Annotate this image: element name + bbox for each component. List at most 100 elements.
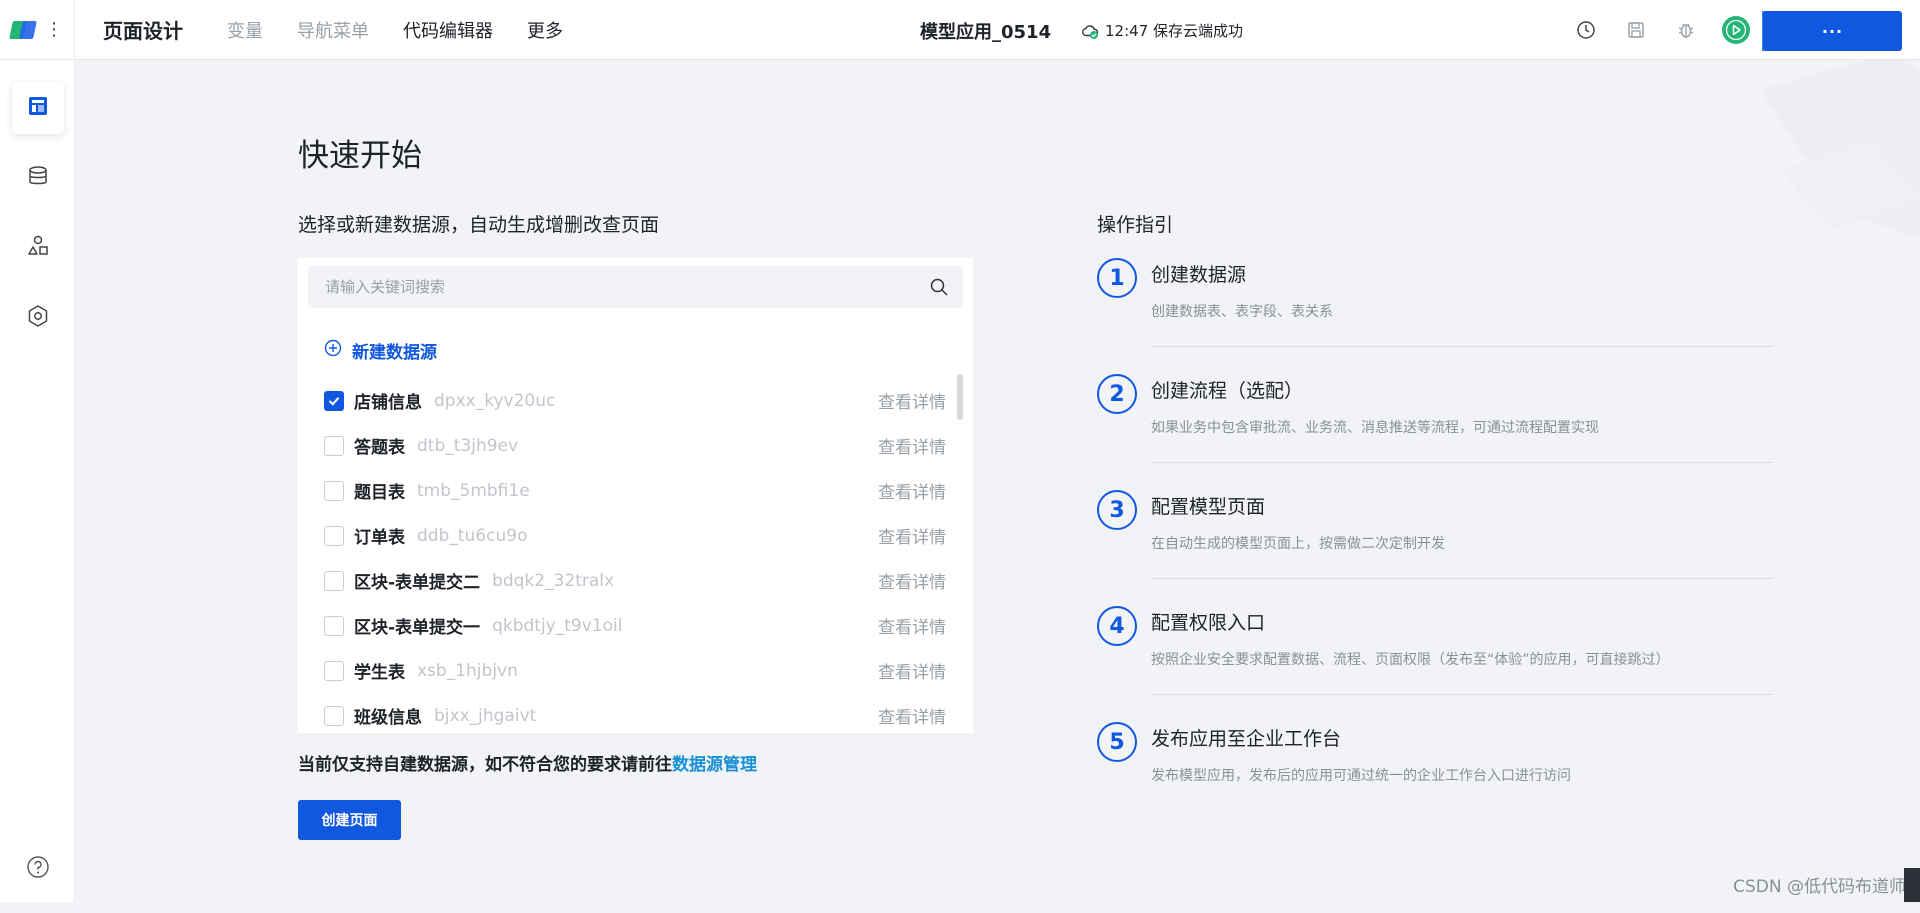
datasource-code: dpxx_kyv20uc bbox=[434, 390, 556, 411]
logo-area: ⋮ bbox=[0, 0, 75, 60]
datasource-code: ddb_tu6cu9o bbox=[417, 525, 528, 546]
checkbox[interactable] bbox=[324, 390, 344, 411]
list-item[interactable]: 区块-表单提交二 bdqk2_32tralx 查看详情 bbox=[298, 558, 958, 603]
search-box bbox=[308, 266, 963, 308]
menu-variables[interactable]: 变量 bbox=[227, 17, 263, 43]
view-details-link[interactable]: 查看详情 bbox=[878, 703, 946, 728]
datasource-code: bdqk2_32tralx bbox=[492, 570, 615, 591]
sidebar-item-settings[interactable] bbox=[12, 292, 64, 344]
divider bbox=[1151, 462, 1773, 463]
checkbox[interactable] bbox=[324, 660, 344, 681]
view-details-link[interactable]: 查看详情 bbox=[878, 433, 946, 458]
list-item[interactable]: 题目表 tmb_5mbfi1e 查看详情 bbox=[298, 468, 958, 513]
help-button[interactable] bbox=[26, 855, 50, 883]
view-details-link[interactable]: 查看详情 bbox=[878, 658, 946, 683]
watermark: CSDN @低代码布道师 bbox=[1733, 877, 1906, 897]
corner-decoration bbox=[1904, 868, 1920, 902]
checkbox[interactable] bbox=[324, 705, 344, 726]
guide-step: 3 配置模型页面 在自动生成的模型页面上，按需做二次定制开发 bbox=[1097, 490, 1773, 606]
step-description: 发布模型应用，发布后的应用可通过统一的企业工作台入口进行访问 bbox=[1151, 768, 1571, 784]
step-title: 创建流程（选配） bbox=[1151, 380, 1304, 402]
new-datasource-label: 新建数据源 bbox=[352, 343, 437, 363]
step-number: 3 bbox=[1097, 490, 1137, 530]
datasource-name: 订单表 bbox=[354, 528, 405, 548]
view-details-link[interactable]: 查看详情 bbox=[878, 478, 946, 503]
section-subtitle: 选择或新建数据源，自动生成增删改查页面 bbox=[298, 214, 660, 236]
left-sidebar bbox=[0, 60, 75, 902]
list-item[interactable]: 店铺信息 dpxx_kyv20uc 查看详情 bbox=[298, 378, 958, 423]
search-icon[interactable] bbox=[929, 277, 949, 301]
datasource-name: 区块-表单提交一 bbox=[354, 618, 481, 638]
menu-code-editor[interactable]: 代码编辑器 bbox=[403, 17, 493, 43]
cloud-saved-icon bbox=[1081, 22, 1099, 40]
guide-title: 操作指引 bbox=[1097, 214, 1174, 236]
list-item[interactable]: 区块-表单提交一 qkbdtjy_t9v1oil 查看详情 bbox=[298, 603, 958, 648]
toolbar-icons bbox=[1570, 14, 1752, 46]
list-item[interactable]: 订单表 ddb_tu6cu9o 查看详情 bbox=[298, 513, 958, 558]
datasource-management-link[interactable]: 数据源管理 bbox=[672, 755, 757, 775]
view-details-link[interactable]: 查看详情 bbox=[878, 523, 946, 548]
datasource-name: 区块-表单提交二 bbox=[354, 573, 481, 593]
step-number: 1 bbox=[1097, 258, 1137, 298]
datasource-code: qkbdtjy_t9v1oil bbox=[492, 615, 623, 636]
guide-step: 5 发布应用至企业工作台 发布模型应用，发布后的应用可通过统一的企业工作台入口进… bbox=[1097, 722, 1773, 838]
menu-navigation[interactable]: 导航菜单 bbox=[297, 17, 369, 43]
datasource-name: 题目表 bbox=[354, 483, 405, 503]
publish-button-group: 发布 ··· bbox=[1762, 11, 1920, 913]
new-datasource-button[interactable]: 新建数据源 bbox=[324, 338, 437, 363]
step-number: 5 bbox=[1097, 722, 1137, 762]
step-description: 创建数据表、表字段、表关系 bbox=[1151, 304, 1333, 320]
step-number: 2 bbox=[1097, 374, 1137, 414]
checkbox[interactable] bbox=[324, 525, 344, 546]
list-item[interactable]: 班级信息 bjxx_jhgaivt 查看详情 bbox=[298, 693, 958, 733]
main-content: 快速开始 选择或新建数据源，自动生成增删改查页面 新建数据源 店铺信息 dpxx… bbox=[75, 60, 1920, 902]
save-status: 12:47 保存云端成功 bbox=[1081, 20, 1243, 41]
guide-step: 1 创建数据源 创建数据表、表字段、表关系 bbox=[1097, 258, 1773, 374]
checkbox[interactable] bbox=[324, 570, 344, 591]
step-title: 发布应用至企业工作台 bbox=[1151, 728, 1342, 750]
divider bbox=[1151, 694, 1773, 695]
create-page-button[interactable]: 创建页面 bbox=[298, 800, 401, 840]
view-details-link[interactable]: 查看详情 bbox=[878, 568, 946, 593]
datasource-name: 学生表 bbox=[354, 663, 405, 683]
more-vertical-icon[interactable]: ⋮ bbox=[45, 20, 63, 39]
guide-step: 4 配置权限入口 按照企业安全要求配置数据、流程、页面权限（发布至“体验”的应用… bbox=[1097, 606, 1773, 722]
datasource-name: 店铺信息 bbox=[354, 393, 422, 413]
datasource-code: xsb_1hjbjvn bbox=[417, 660, 518, 681]
footnote-text: 当前仅支持自建数据源，如不符合您的要求请前往 bbox=[298, 755, 672, 775]
datasource-footnote: 当前仅支持自建数据源，如不符合您的要求请前往数据源管理 bbox=[298, 750, 757, 775]
top-bar: ⋮ 页面设计 变量 导航菜单 代码编辑器 更多 模型应用_0514 12:47 … bbox=[0, 0, 1920, 913]
checkbox[interactable] bbox=[324, 615, 344, 636]
view-details-link[interactable]: 查看详情 bbox=[878, 388, 946, 413]
step-description: 按照企业安全要求配置数据、流程、页面权限（发布至“体验”的应用，可直接跳过） bbox=[1151, 652, 1670, 668]
list-scrollbar[interactable] bbox=[957, 374, 963, 420]
publish-more-button[interactable]: ··· bbox=[1763, 22, 1902, 41]
app-title: 模型应用_0514 bbox=[920, 22, 1052, 43]
search-input[interactable] bbox=[323, 277, 923, 297]
list-item[interactable]: 学生表 xsb_1hjbjvn 查看详情 bbox=[298, 648, 958, 693]
preview-play-icon[interactable] bbox=[1720, 14, 1752, 46]
step-title: 配置模型页面 bbox=[1151, 496, 1266, 518]
components-icon bbox=[26, 234, 50, 262]
datasource-code: dtb_t3jh9ev bbox=[417, 435, 519, 456]
top-menu: 变量 导航菜单 代码编辑器 更多 bbox=[227, 17, 563, 43]
app-logo[interactable] bbox=[9, 18, 37, 42]
list-item[interactable]: 答题表 dtb_t3jh9ev 查看详情 bbox=[298, 423, 958, 468]
sidebar-item-pages[interactable] bbox=[12, 82, 64, 134]
divider bbox=[1151, 578, 1773, 579]
datasource-code: bjxx_jhgaivt bbox=[434, 705, 537, 726]
step-description: 在自动生成的模型页面上，按需做二次定制开发 bbox=[1151, 536, 1445, 552]
menu-more[interactable]: 更多 bbox=[527, 17, 563, 43]
checkbox[interactable] bbox=[324, 435, 344, 456]
datasource-code: tmb_5mbfi1e bbox=[417, 480, 530, 501]
sidebar-item-components[interactable] bbox=[12, 222, 64, 274]
page-layout-icon bbox=[27, 95, 49, 121]
debug-icon[interactable] bbox=[1670, 14, 1702, 46]
page-heading: 快速开始 bbox=[298, 138, 422, 174]
history-icon[interactable] bbox=[1570, 14, 1602, 46]
step-title: 创建数据源 bbox=[1151, 264, 1247, 286]
checkbox[interactable] bbox=[324, 480, 344, 501]
view-details-link[interactable]: 查看详情 bbox=[878, 613, 946, 638]
sidebar-item-data[interactable] bbox=[12, 152, 64, 204]
save-icon[interactable] bbox=[1620, 14, 1652, 46]
